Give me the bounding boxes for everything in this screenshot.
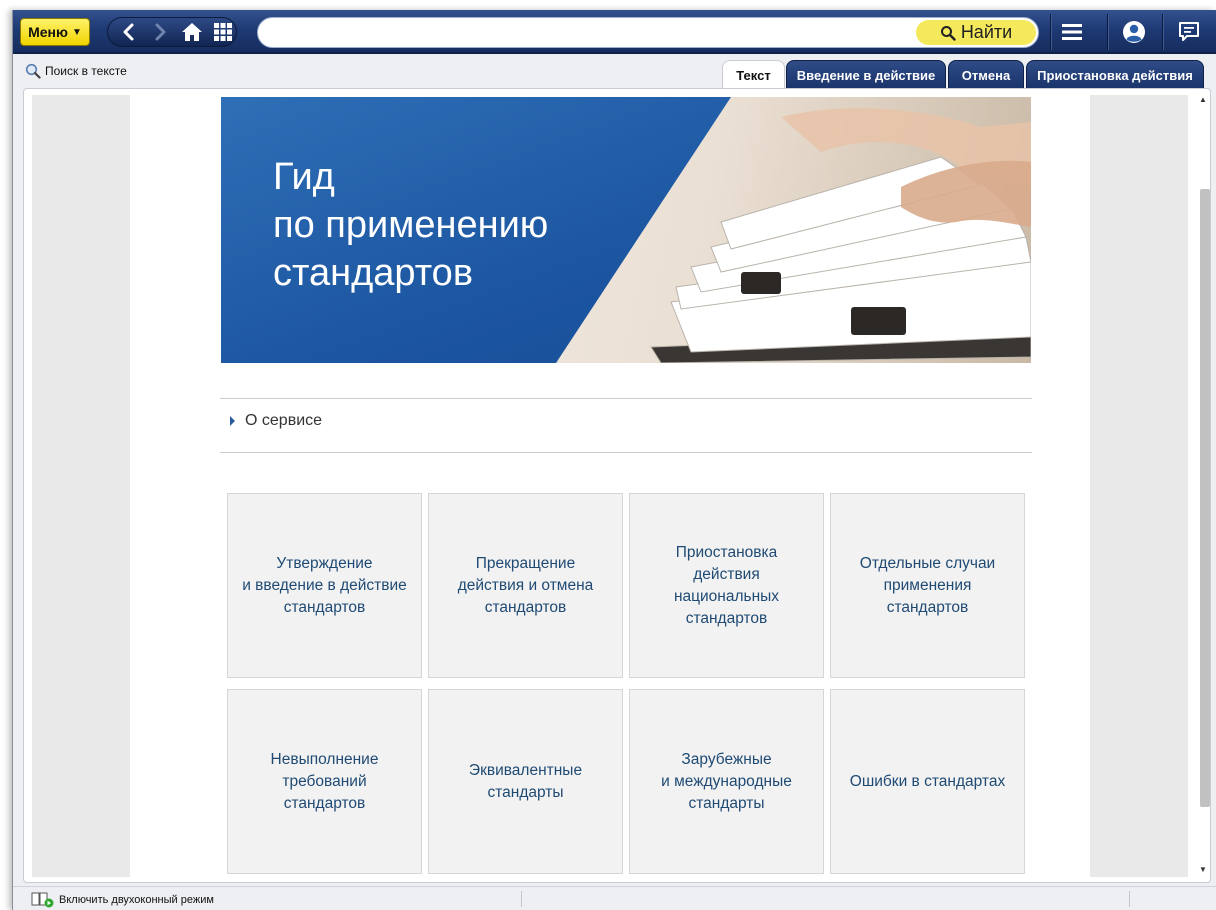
topic-card-foreign-international[interactable]: Зарубежные и международные стандарты (629, 689, 824, 874)
top-navigation-bar: Меню ▼ Найти (13, 10, 1216, 54)
divider (220, 452, 1032, 453)
banner-title-line: Гид (273, 156, 335, 198)
app-window: Меню ▼ Найти Поиск в тексте Текст Введен… (12, 10, 1216, 910)
about-service-toggle[interactable]: О сервисе (230, 412, 322, 430)
tab-text[interactable]: Текст (722, 60, 785, 89)
find-button[interactable]: Найти (916, 20, 1036, 45)
search-in-text-button[interactable]: Поиск в тексте (25, 63, 127, 79)
home-icon[interactable] (179, 19, 205, 45)
scroll-up-icon[interactable]: ▲ (1199, 95, 1207, 104)
magnifier-icon (25, 63, 41, 79)
banner-title-line: стандартов (273, 252, 474, 294)
status-separator (521, 891, 522, 907)
main-search-input[interactable]: Найти (257, 17, 1039, 48)
navigation-controls (107, 17, 237, 47)
find-button-label: Найти (960, 22, 1013, 42)
topic-card-noncompliance[interactable]: Невыполнение требований стандартов (227, 689, 422, 874)
hamburger-menu-icon[interactable] (1052, 16, 1092, 48)
banner-title-line: по применению (273, 204, 549, 246)
document-content-frame: Гид по применению стандартов О сервисе У… (23, 88, 1211, 883)
dual-window-icon (31, 892, 54, 908)
tab-label: Текст (736, 67, 771, 83)
chat-feedback-icon[interactable] (1169, 16, 1209, 48)
status-bar: Включить двухоконный режим (13, 886, 1216, 910)
vertical-scrollbar[interactable]: ▲ ▼ (1196, 91, 1212, 882)
topbar-separator (1050, 14, 1051, 50)
back-icon[interactable] (116, 19, 142, 45)
dual-window-mode-button[interactable]: Включить двухоконный режим (31, 892, 214, 908)
topic-card-equivalent[interactable]: Эквивалентные стандарты (428, 689, 623, 874)
tab-cancellation[interactable]: Отмена (948, 60, 1024, 89)
apps-grid-icon[interactable] (211, 19, 237, 45)
tab-suspension[interactable]: Приостановка действия (1026, 60, 1204, 89)
tab-label: Введение в действие (796, 67, 936, 83)
caret-right-icon (230, 416, 235, 426)
search-icon (940, 25, 956, 41)
menu-button-label: Меню (28, 24, 68, 40)
about-service-label: О сервисе (245, 412, 323, 429)
topbar-separator (1162, 14, 1163, 50)
document-toolbar: Поиск в тексте Текст Введение в действие… (13, 56, 1216, 89)
tab-label: Отмена (961, 67, 1011, 83)
scroll-thumb[interactable] (1200, 189, 1210, 807)
user-profile-icon[interactable] (1114, 16, 1154, 48)
caret-down-icon: ▼ (71, 26, 82, 38)
dual-window-mode-label: Включить двухоконный режим (59, 894, 214, 906)
search-in-text-label: Поиск в тексте (45, 64, 127, 78)
topic-card-suspension[interactable]: Приостановка действия национальных станд… (629, 493, 824, 678)
forward-icon[interactable] (148, 19, 174, 45)
page-margin-left (32, 95, 130, 877)
topbar-separator (1107, 14, 1108, 50)
topic-card-special-cases[interactable]: Отдельные случаи применения стандартов (830, 493, 1025, 678)
topic-card-errors[interactable]: Ошибки в стандартах (830, 689, 1025, 874)
topic-card-termination[interactable]: Прекращение действия и отмена стандартов (428, 493, 623, 678)
status-separator (1129, 891, 1130, 907)
scroll-down-icon[interactable]: ▼ (1199, 865, 1207, 874)
tab-label: Приостановка действия (1037, 67, 1193, 83)
menu-button[interactable]: Меню ▼ (20, 18, 90, 46)
banner-title: Гид по применению стандартов (273, 153, 548, 297)
page-margin-right (1090, 95, 1188, 877)
document-page: Гид по применению стандартов О сервисе У… (130, 95, 1090, 877)
divider (220, 398, 1032, 399)
hero-banner: Гид по применению стандартов (221, 97, 1031, 363)
topic-card-approval[interactable]: Утверждение и введение в действие станда… (227, 493, 422, 678)
tab-introduction[interactable]: Введение в действие (786, 60, 946, 89)
